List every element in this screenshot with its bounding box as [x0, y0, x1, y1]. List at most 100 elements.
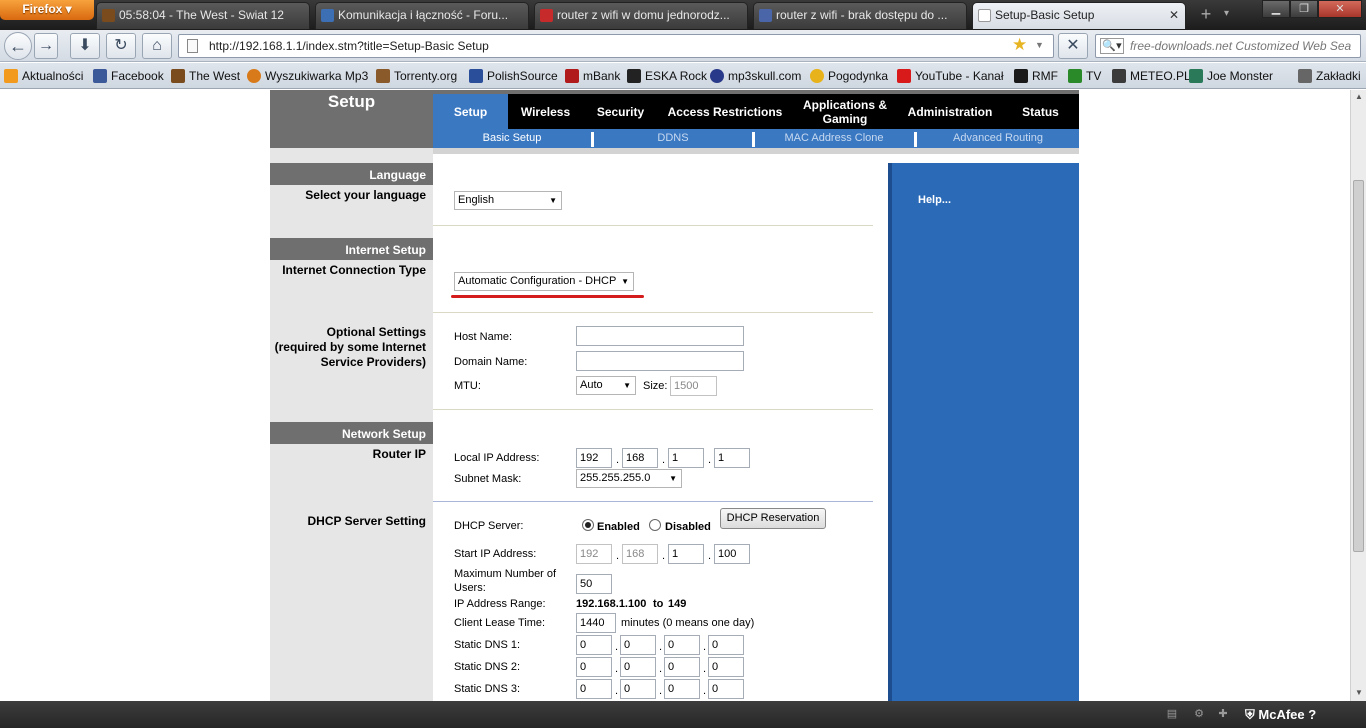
dns3-octet-1[interactable]: 0 — [576, 679, 612, 699]
tab-the-west[interactable]: 05:58:04 - The West - Swiat 12 — [96, 2, 310, 29]
bookmark-aktualnosci[interactable]: Aktualności — [4, 63, 83, 89]
tab-applications-gaming[interactable]: Applications & Gaming — [792, 94, 898, 129]
vertical-scrollbar[interactable]: ▲ ▼ — [1350, 90, 1366, 701]
scroll-down-icon[interactable]: ▼ — [1351, 686, 1366, 700]
tab-komunikacja[interactable]: Komunikacja i łączność - Foru... — [315, 2, 529, 29]
firefox-menu-button[interactable]: Firefox ▾ — [0, 0, 94, 20]
bookmark-wyszukiwarka[interactable]: Wyszukiwarka Mp3 — [247, 63, 368, 89]
help-link[interactable]: Help... — [918, 194, 951, 206]
dns1-octet-4[interactable]: 0 — [708, 635, 744, 655]
back-icon[interactable]: ← — [4, 32, 32, 60]
stop-icon[interactable]: ✕ — [1058, 33, 1088, 59]
mtu-select[interactable]: Auto ▼ — [576, 376, 636, 395]
scroll-thumb[interactable] — [1353, 180, 1364, 552]
subtab-ddns[interactable]: DDNS — [594, 129, 752, 148]
tab-administration[interactable]: Administration — [898, 94, 1002, 129]
bookmark-mp3skull[interactable]: mp3skull.com — [710, 63, 801, 89]
bookmark-rmf[interactable]: RMF — [1014, 63, 1058, 89]
start-ip-octet-4[interactable]: 100 — [714, 544, 750, 564]
dhcp-reservation-button[interactable]: DHCP Reservation — [720, 508, 826, 529]
local-ip-octet-3[interactable]: 1 — [668, 448, 704, 468]
home-icon[interactable]: ⌂ — [142, 33, 172, 59]
bookmark-star-icon[interactable]: ★ — [1012, 34, 1027, 56]
bookmark-pogodynka[interactable]: Pogodynka — [810, 63, 888, 89]
language-select[interactable]: English ▼ — [454, 191, 562, 210]
download-icon[interactable]: ⬇ — [70, 33, 100, 59]
dns3-octet-2[interactable]: 0 — [620, 679, 656, 699]
close-window-icon[interactable]: ✕ — [1318, 0, 1362, 18]
max-users-input[interactable]: 50 — [576, 574, 612, 594]
bookmark-the-west[interactable]: The West — [171, 63, 240, 89]
subnet-mask-select[interactable]: 255.255.255.0 ▼ — [576, 469, 682, 488]
chevron-down-icon: ▼ — [621, 277, 629, 286]
addon-icon[interactable]: ✚ — [1216, 707, 1230, 721]
new-tab-icon[interactable]: + — [1195, 4, 1217, 26]
subtab-advanced-routing[interactable]: Advanced Routing — [917, 129, 1079, 148]
tab-list-icon[interactable]: ▾ — [1224, 4, 1229, 24]
forward-icon[interactable]: → — [34, 33, 58, 59]
minimize-icon[interactable]: ▁ — [1262, 0, 1290, 18]
the-west-icon — [102, 9, 115, 22]
bookmark-label: Facebook — [111, 69, 164, 83]
maximize-icon[interactable]: ❐ — [1290, 0, 1318, 18]
dns1-octet-1[interactable]: 0 — [576, 635, 612, 655]
dns1-octet-3[interactable]: 0 — [664, 635, 700, 655]
subtab-basic-setup[interactable]: Basic Setup — [433, 129, 591, 148]
dhcp-enabled-radio[interactable] — [582, 519, 594, 531]
connection-type-value: Automatic Configuration - DHCP — [458, 275, 617, 287]
bookmark-eska-rock[interactable]: ESKA Rock — [627, 63, 707, 89]
local-ip-octet-1[interactable]: 192 — [576, 448, 612, 468]
lease-time-label: Client Lease Time: — [454, 617, 546, 629]
divider — [433, 312, 873, 313]
dns2-octet-4[interactable]: 0 — [708, 657, 744, 677]
tab-wireless[interactable]: Wireless — [508, 94, 583, 129]
reload-icon[interactable]: ↻ — [106, 33, 136, 59]
url-bar[interactable]: http://192.168.1.1/index.stm?title=Setup… — [178, 34, 1054, 58]
dns3-octet-3[interactable]: 0 — [664, 679, 700, 699]
bookmark-joe-monster[interactable]: Joe Monster — [1189, 63, 1273, 89]
dns3-octet-4[interactable]: 0 — [708, 679, 744, 699]
mtu-size-input[interactable]: 1500 — [670, 376, 717, 396]
search-engine-icon[interactable]: 🔍▾ — [1100, 38, 1124, 54]
host-name-input[interactable] — [576, 326, 744, 346]
bookmark-tv[interactable]: TV — [1068, 63, 1101, 89]
bookmark-meteo[interactable]: METEO.PL — [1112, 63, 1191, 89]
bookmark-label: ESKA Rock — [645, 69, 708, 83]
tab-security[interactable]: Security — [583, 94, 658, 129]
dns2-octet-3[interactable]: 0 — [664, 657, 700, 677]
domain-name-input[interactable] — [576, 351, 744, 371]
local-ip-octet-2[interactable]: 168 — [622, 448, 658, 468]
close-tab-icon[interactable]: ✕ — [1169, 3, 1179, 28]
dhcp-disabled-radio[interactable] — [649, 519, 661, 531]
chevron-down-icon: ▼ — [669, 474, 677, 483]
local-ip-octet-4[interactable]: 1 — [714, 448, 750, 468]
mcafee-badge[interactable]: ⛨ McAfee ? — [1245, 705, 1316, 725]
tab-router-wifi[interactable]: router z wifi - brak dostępu do ... — [753, 2, 967, 29]
subtab-mac-address-clone[interactable]: MAC Address Clone — [755, 129, 913, 148]
bookmark-torrenty[interactable]: Torrenty.org — [376, 63, 457, 89]
dhcp-server-setting-label: DHCP Server Setting — [307, 514, 426, 528]
dns2-octet-2[interactable]: 0 — [620, 657, 656, 677]
scroll-up-icon[interactable]: ▲ — [1351, 90, 1366, 104]
addon-icon[interactable]: ⚙ — [1192, 707, 1206, 721]
url-history-dropdown-icon[interactable]: ▼ — [1035, 35, 1044, 55]
mcafee-help-icon: ? — [1308, 707, 1317, 722]
eska-icon — [627, 69, 641, 83]
bookmark-mbank[interactable]: mBank — [565, 63, 620, 89]
tab-setup-basic[interactable]: Setup-Basic Setup ✕ — [972, 2, 1186, 29]
bookmark-youtube[interactable]: YouTube - Kanał — [897, 63, 1004, 89]
tab-setup[interactable]: Setup — [433, 94, 508, 129]
bookmark-facebook[interactable]: Facebook — [93, 63, 164, 89]
dns1-octet-2[interactable]: 0 — [620, 635, 656, 655]
lease-time-input[interactable]: 1440 — [576, 613, 616, 633]
tab-access-restrictions[interactable]: Access Restrictions — [658, 94, 792, 129]
dns2-octet-1[interactable]: 0 — [576, 657, 612, 677]
addon-icon[interactable]: ▤ — [1165, 707, 1179, 721]
facebook-icon — [93, 69, 107, 83]
tab-router-pdf[interactable]: router z wifi w domu jednorodz... — [534, 2, 748, 29]
tab-status[interactable]: Status — [1002, 94, 1079, 129]
connection-type-select[interactable]: Automatic Configuration - DHCP ▼ — [454, 272, 634, 291]
bookmarks-menu[interactable]: Zakładki — [1298, 63, 1361, 89]
bookmark-polishsource[interactable]: PolishSource — [469, 63, 558, 89]
search-input[interactable]: 🔍▾ free-downloads.net Customized Web Sea — [1095, 34, 1361, 58]
